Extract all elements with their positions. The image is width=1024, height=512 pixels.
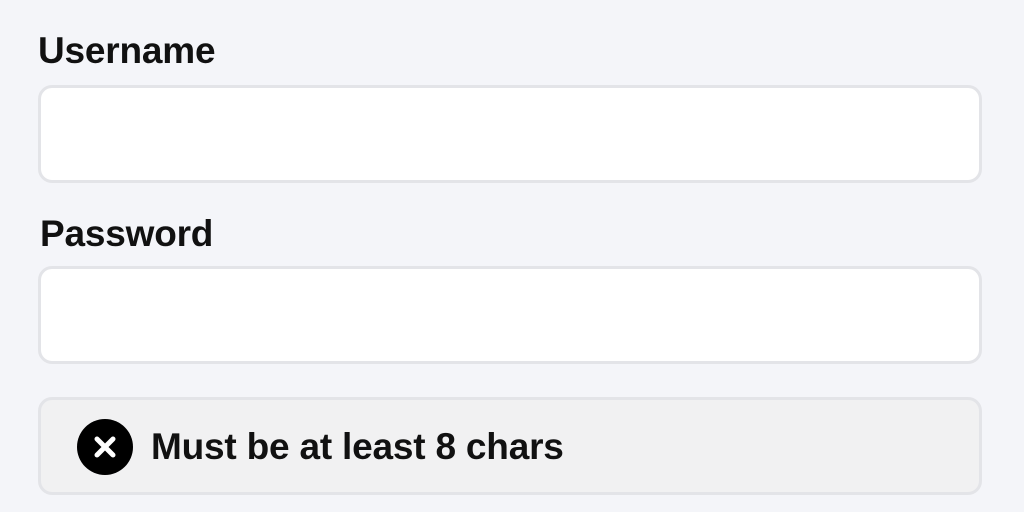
- username-label: Username: [38, 30, 216, 71]
- password-input[interactable]: [38, 266, 982, 364]
- username-input[interactable]: [38, 85, 982, 183]
- x-circle-icon: [77, 419, 133, 475]
- password-validation-message: Must be at least 8 chars: [38, 397, 982, 495]
- password-label: Password: [40, 213, 214, 254]
- validation-text: Must be at least 8 chars: [151, 426, 564, 467]
- login-form: Username Password Must be at least 8 cha…: [38, 0, 982, 512]
